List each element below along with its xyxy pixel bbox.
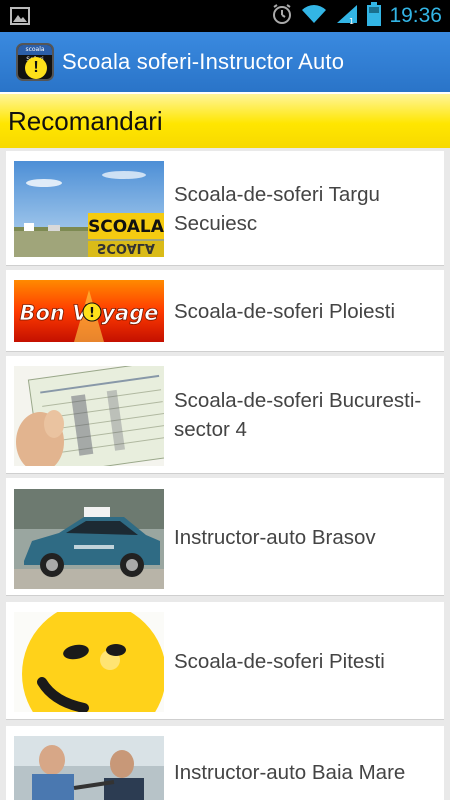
- svg-text:SCOALA: SCOALA: [97, 240, 155, 255]
- item-thumbnail: [14, 736, 164, 800]
- item-thumbnail: Bon Voyage !: [14, 280, 164, 342]
- list-item[interactable]: Instructor-auto Brasov: [6, 478, 444, 596]
- wifi-icon: [301, 3, 327, 30]
- list-item[interactable]: Instructor-auto Baia Mare: [6, 726, 444, 800]
- thumb-sign-text: SCOALA: [88, 217, 164, 237]
- image-notification-icon: [10, 7, 30, 30]
- item-label: Scoala-de-soferi Bucuresti-sector 4: [174, 389, 422, 441]
- action-bar: scoala Soferi ! Scoala soferi-Instructor…: [0, 32, 450, 92]
- app-icon[interactable]: scoala Soferi !: [16, 43, 54, 81]
- item-label: Instructor-auto Brasov: [174, 525, 376, 549]
- section-header: Recomandari: [0, 92, 450, 148]
- item-thumbnail: [14, 612, 164, 712]
- item-thumbnail: SCOALA SCOALA: [14, 161, 164, 257]
- list-item[interactable]: Bon Voyage ! Scoala-de-soferi Ploiesti: [6, 270, 444, 352]
- item-label: Scoala-de-soferi Pitesti: [174, 649, 385, 673]
- list-item[interactable]: Scoala-de-soferi Bucuresti-sector 4: [6, 356, 444, 474]
- list-item[interactable]: Scoala-de-soferi Pitesti: [6, 602, 444, 720]
- status-time: 19:36: [389, 4, 442, 27]
- warning-face-icon: !: [25, 57, 47, 79]
- app-title: Scoala soferi-Instructor Auto: [62, 49, 345, 74]
- battery-icon: [367, 1, 382, 31]
- item-label: Instructor-auto Baia Mare: [174, 760, 406, 784]
- alarm-icon: [271, 3, 293, 30]
- item-thumbnail: [14, 366, 164, 466]
- svg-text:1: 1: [349, 17, 354, 25]
- signal-icon: 1: [335, 3, 359, 30]
- item-label: Scoala-de-soferi Ploiesti: [174, 299, 396, 323]
- item-thumbnail: [14, 489, 164, 589]
- app-icon-caption: scoala Soferi: [18, 45, 52, 63]
- svg-text:!: !: [89, 306, 95, 321]
- section-title: Recomandari: [8, 105, 163, 136]
- list-item[interactable]: SCOALA SCOALA Scoala-de-soferi Targu Sec…: [6, 151, 444, 266]
- item-label: Scoala-de-soferi Targu Secuiesc: [174, 182, 380, 235]
- status-bar: 1 19:36: [0, 0, 450, 32]
